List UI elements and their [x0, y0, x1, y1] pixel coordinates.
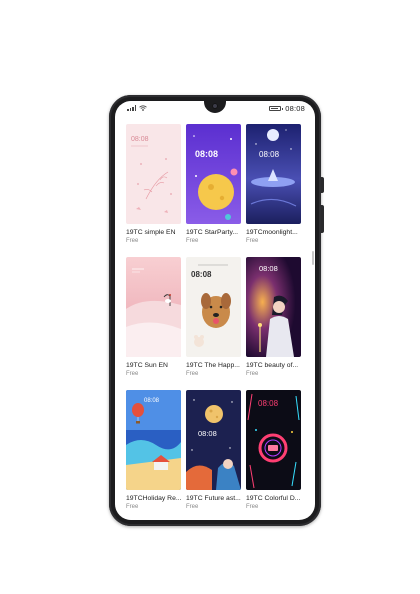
front-camera-icon [212, 103, 218, 109]
signal-icon [127, 105, 136, 111]
theme-price: Free [126, 371, 139, 377]
theme-thumbnail[interactable]: 08:08 [186, 257, 241, 357]
thumb-clock: 08:08 [259, 264, 278, 273]
theme-card[interactable]: 08:08 19TC Future ast... Free [186, 390, 241, 511]
theme-card[interactable]: 19TC Sun EN Free [126, 257, 181, 378]
theme-title: 19TCmoonlight... [246, 229, 298, 236]
thumb-clock: 08:08 [144, 398, 160, 404]
theme-card[interactable]: 08:08 19TC simple EN Free [126, 124, 181, 245]
theme-price: Free [186, 238, 199, 244]
theme-title: 19TC simple EN [126, 229, 176, 236]
theme-title: 19TCHoliday Re... [126, 495, 181, 502]
thumb-clock: 08:08 [198, 429, 217, 438]
phone-screen: 08:08 08:08 19TC simple EN Free 08:08 19… [115, 101, 315, 520]
theme-price: Free [246, 238, 259, 244]
battery-icon [269, 106, 284, 111]
theme-price: Free [126, 238, 139, 244]
power-button [321, 205, 324, 233]
theme-thumbnail[interactable]: 08:08 [246, 390, 301, 490]
theme-card[interactable]: 08:08 19TC StarParty... Free [186, 124, 241, 245]
theme-price: Free [186, 371, 199, 377]
scrollbar[interactable] [312, 251, 314, 265]
volume-button [321, 177, 324, 193]
theme-title: 19TC StarParty... [186, 229, 238, 236]
theme-price: Free [246, 504, 259, 510]
theme-thumbnail[interactable]: 08:08 [246, 257, 301, 357]
theme-title: 19TC Colorful D... [246, 495, 301, 502]
thumb-clock: 08:08 [195, 149, 218, 159]
theme-thumbnail[interactable]: 08:08 [126, 390, 181, 490]
theme-title: 19TC Future ast... [186, 495, 241, 502]
theme-thumbnail[interactable]: 08:08 [246, 124, 301, 224]
theme-card[interactable]: 08:08 19TC beauty of... Free [246, 257, 301, 378]
status-time: 08:08 [285, 104, 305, 113]
theme-grid: 08:08 19TC simple EN Free 08:08 19TC Sta… [126, 124, 306, 511]
thumb-clock: 08:08 [259, 150, 280, 159]
theme-price: Free [126, 504, 139, 510]
theme-card[interactable]: 08:08 19TC The Happ... Free [186, 257, 241, 378]
theme-title: 19TC The Happ... [186, 362, 240, 369]
theme-price: Free [246, 371, 259, 377]
theme-card[interactable]: 08:08 19TCHoliday Re... Free [126, 390, 181, 511]
theme-price: Free [186, 504, 199, 510]
theme-thumbnail[interactable] [126, 257, 181, 357]
theme-card[interactable]: 08:08 19TCmoonlight... Free [246, 124, 301, 245]
thumb-clock: 08:08 [191, 270, 212, 279]
theme-card[interactable]: 08:08 19TC Colorful D... Free [246, 390, 301, 511]
thumb-clock: 08:08 [131, 136, 149, 143]
theme-thumbnail[interactable]: 08:08 [186, 390, 241, 490]
wifi-icon [139, 105, 147, 111]
theme-title: 19TC beauty of... [246, 362, 299, 369]
thumb-clock: 08:08 [258, 399, 279, 408]
theme-title: 19TC Sun EN [126, 362, 168, 369]
theme-thumbnail[interactable]: 08:08 [186, 124, 241, 224]
theme-thumbnail[interactable]: 08:08 [126, 124, 181, 224]
